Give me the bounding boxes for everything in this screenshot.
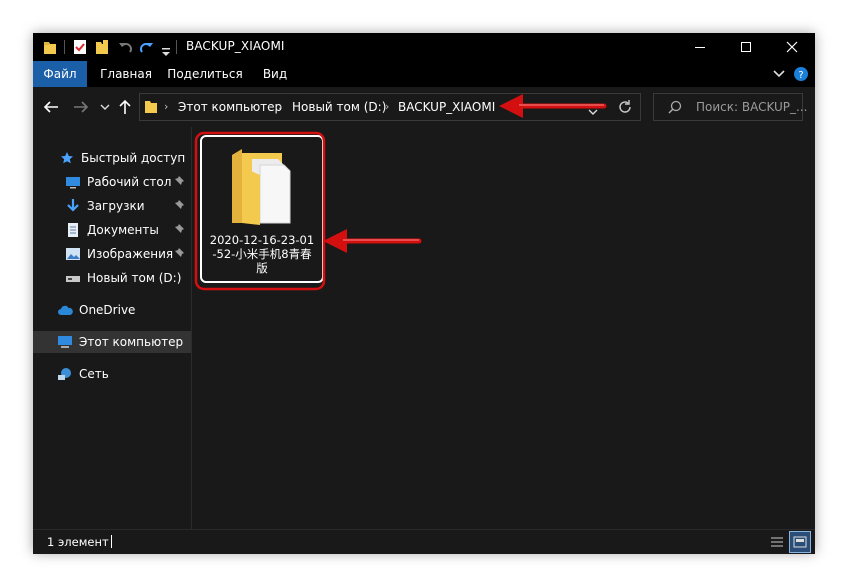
nav-item-label: Рабочий стол (87, 175, 172, 189)
folder-icon (230, 147, 294, 229)
search-icon (668, 99, 682, 118)
tab-home[interactable]: Главная (95, 61, 157, 87)
computer-icon (57, 334, 73, 350)
documents-icon (65, 222, 81, 238)
breadcrumb-drive-d[interactable]: Новый том (D:) (292, 100, 386, 114)
divider (111, 535, 112, 548)
svg-text:?: ? (798, 70, 803, 81)
arrow-up-icon (119, 99, 131, 114)
address-bar[interactable]: › Этот компьютер › Новый том (D:) › BACK… (139, 93, 641, 121)
breadcrumb-separator: › (385, 100, 390, 113)
folder-name: 2020-12-16-23-01-52-小米手机8青春版 (209, 233, 315, 275)
drive-icon (65, 270, 81, 286)
nav-item-drive-d[interactable]: Новый том (D:) (65, 267, 181, 289)
refresh-icon (619, 100, 631, 113)
ribbon: Файл Главная Поделиться Вид ? (33, 61, 815, 87)
pin-icon (175, 200, 184, 209)
new-folder-icon[interactable] (95, 39, 109, 59)
network-icon (57, 366, 73, 382)
minimize-button[interactable] (677, 33, 723, 61)
close-button[interactable] (769, 33, 815, 61)
nav-item-label: Изображения (87, 247, 174, 261)
breadcrumb-current-folder[interactable]: BACKUP_XIAOMI (398, 100, 495, 114)
nav-item-label: Сеть (79, 367, 109, 381)
nav-item-label: Новый том (D:) (87, 271, 182, 285)
downloads-icon (65, 198, 81, 214)
pin-icon (175, 224, 184, 233)
pin-icon (175, 248, 184, 257)
minimize-icon (695, 47, 705, 48)
tab-share[interactable]: Поделиться (165, 61, 245, 87)
nav-item-onedrive[interactable]: OneDrive (57, 299, 135, 321)
window-title: BACKUP_XIAOMI (186, 39, 285, 53)
large-icons-view-icon (793, 536, 807, 548)
nav-item-this-pc[interactable]: Этот компьютер (33, 331, 191, 353)
chevron-down-icon (773, 70, 785, 78)
star-icon (59, 150, 75, 166)
folder-icon (144, 98, 158, 118)
file-list: 2020-12-16-23-01-52-小米手机8青春版 (192, 127, 815, 529)
divider (176, 40, 177, 54)
customize-toolbar-icon[interactable] (161, 42, 171, 61)
details-view-button[interactable] (769, 534, 785, 553)
properties-icon[interactable] (73, 39, 87, 59)
title-bar: BACKUP_XIAOMI (33, 33, 815, 61)
refresh-button[interactable] (618, 99, 632, 118)
up-button[interactable] (115, 97, 135, 117)
nav-item-desktop[interactable]: Рабочий стол (65, 171, 171, 193)
divider (64, 40, 65, 54)
tab-view[interactable]: Вид (255, 61, 295, 87)
navigation-bar: › Этот компьютер › Новый том (D:) › BACK… (33, 87, 815, 127)
large-icons-view-button[interactable] (789, 531, 811, 553)
nav-item-label: Загрузки (87, 199, 145, 213)
redo-icon[interactable] (139, 39, 155, 59)
maximize-icon (741, 42, 751, 52)
tab-file[interactable]: Файл (33, 61, 87, 87)
undo-icon[interactable] (117, 39, 133, 59)
navigation-pane: Быстрый доступ Рабочий стол Загрузки Док… (33, 127, 192, 529)
chevron-down-icon (100, 104, 110, 110)
nav-item-downloads[interactable]: Загрузки (65, 195, 145, 217)
pin-icon (175, 176, 184, 185)
breadcrumb-separator: › (278, 100, 283, 113)
close-icon (786, 41, 798, 53)
nav-item-quick-access[interactable]: Быстрый доступ (59, 147, 185, 169)
back-button[interactable] (41, 97, 61, 117)
arrow-right-icon (74, 101, 89, 113)
nav-item-documents[interactable]: Документы (65, 219, 159, 241)
explorer-window: BACKUP_XIAOMI Файл Главная Поделиться Ви… (33, 33, 815, 554)
arrow-left-icon (43, 101, 58, 113)
nav-item-label: OneDrive (79, 303, 136, 317)
search-placeholder: Поиск: BACKUP_... (696, 100, 808, 114)
pictures-icon (65, 246, 81, 262)
nav-item-pictures[interactable]: Изображения (65, 243, 173, 265)
expand-ribbon-button[interactable] (773, 61, 785, 87)
help-button[interactable]: ? (793, 61, 809, 87)
folder-icon (43, 39, 57, 59)
nav-item-network[interactable]: Сеть (57, 363, 109, 385)
help-icon: ? (794, 67, 808, 81)
chevron-down-icon (588, 109, 598, 115)
nav-item-label: Документы (87, 223, 159, 237)
item-count: 1 элемент (47, 535, 109, 549)
search-input[interactable]: Поиск: BACKUP_... (653, 93, 808, 121)
folder-item[interactable]: 2020-12-16-23-01-52-小米手机8青春版 (200, 135, 324, 283)
address-dropdown-button[interactable] (588, 101, 598, 120)
forward-button[interactable] (71, 97, 91, 117)
nav-item-label: Этот компьютер (79, 335, 184, 349)
status-bar: 1 элемент (33, 529, 815, 554)
maximize-button[interactable] (723, 33, 769, 61)
desktop-icon (65, 174, 81, 190)
breadcrumb-separator: › (164, 100, 169, 113)
nav-item-label: Быстрый доступ (81, 151, 186, 165)
breadcrumb-this-pc[interactable]: Этот компьютер (178, 100, 282, 114)
recent-locations-button[interactable] (95, 97, 115, 117)
details-view-icon (771, 537, 783, 547)
cloud-icon (57, 302, 73, 318)
